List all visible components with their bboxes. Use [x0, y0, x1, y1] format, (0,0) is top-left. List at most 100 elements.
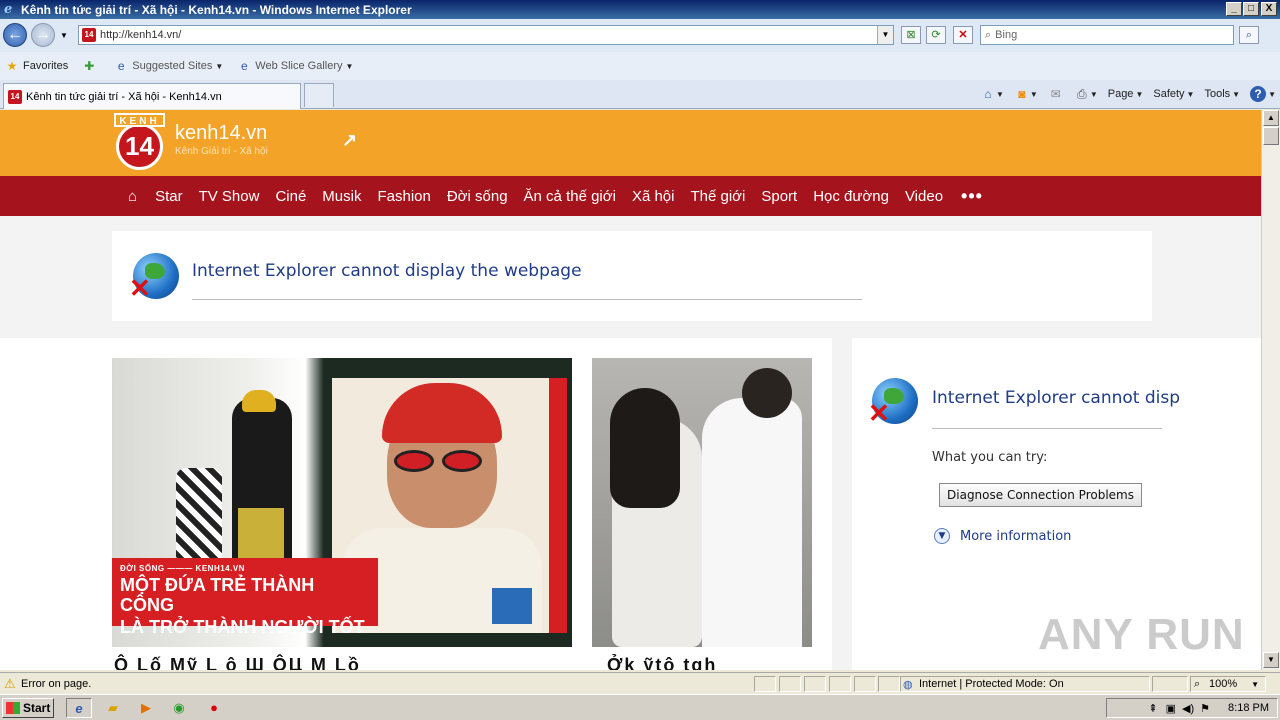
address-bar[interactable]: 14 http://kenh14.vn/ ▼ — [78, 25, 894, 45]
taskbar-stop-icon[interactable]: ● — [203, 698, 225, 718]
nav-more-icon[interactable]: ••• — [961, 186, 983, 207]
web-slice-gallery-link[interactable]: e Web Slice Gallery ▼ — [237, 59, 353, 73]
anyrun-watermark: ANY RUN — [1038, 610, 1245, 659]
tray-volume-icon[interactable]: ◀) — [1182, 702, 1194, 715]
nav-item-xa-hoi[interactable]: Xã hội — [632, 188, 675, 205]
rss-icon: ◙ — [1018, 87, 1026, 101]
chevron-down-icon: ▼ — [215, 61, 224, 71]
scroll-up-icon[interactable]: ▲ — [1263, 110, 1279, 126]
nav-item-hoc-duong[interactable]: Học đường — [813, 188, 889, 205]
scroll-thumb[interactable] — [1263, 127, 1279, 145]
internet-globe-icon: ◍ — [903, 678, 913, 691]
tab-label: Kênh tin tức giải trí - Xã hội - Kenh14.… — [26, 90, 222, 103]
error-frame-top: ✕ Internet Explorer cannot display the w… — [112, 231, 1152, 321]
close-window-button[interactable]: X — [1261, 2, 1277, 16]
nav-item-musik[interactable]: Musik — [322, 188, 361, 205]
status-segment — [878, 676, 900, 692]
nav-item-cine[interactable]: Ciné — [275, 188, 306, 205]
banner-headline-line-2: LÀ TRỞ THÀNH NGƯỜI TỐT — [120, 617, 365, 637]
read-mail-button[interactable]: ✉ — [1048, 86, 1064, 102]
maximize-button[interactable]: □ — [1243, 2, 1259, 16]
add-favorite-button[interactable]: ✚ — [82, 59, 100, 73]
nav-item-tv-show[interactable]: TV Show — [199, 188, 260, 205]
nav-item-the-gioi[interactable]: Thế giới — [690, 188, 745, 205]
search-placeholder: Bing — [995, 29, 1018, 41]
zoom-control[interactable]: ⌕ 100% ▼ — [1190, 676, 1266, 692]
address-dropdown-icon[interactable]: ▼ — [877, 26, 893, 44]
stop-icon[interactable]: ✕ — [953, 26, 973, 44]
article-headline-cut[interactable]: Ô Lố Mỹ L ô Ш ÔЦ M Lồ — [114, 655, 361, 670]
taskbar-ie-icon[interactable]: e — [66, 698, 92, 718]
tray-expand-icon[interactable]: ⇞ — [1148, 702, 1157, 715]
new-tab-button[interactable] — [304, 83, 334, 107]
page-menu-label: Page — [1107, 88, 1134, 100]
man-figure — [232, 390, 292, 578]
tab-kenh14[interactable]: 14 Kênh tin tức giải trí - Xã hội - Kenh… — [3, 83, 301, 109]
favorites-label: Favorites — [23, 60, 69, 72]
taskbar-explorer-folder-icon[interactable]: ▰ — [102, 698, 124, 718]
popup-blocked-icon[interactable] — [829, 676, 851, 692]
suggested-sites-link[interactable]: e Suggested Sites ▼ — [114, 59, 223, 73]
home-button[interactable]: ⌂ ▼ — [980, 86, 1004, 102]
globe-error-icon: ✕ — [129, 253, 179, 301]
chevron-down-icon: ▼ — [1232, 89, 1241, 99]
error-divider — [192, 299, 862, 300]
error-title: Internet Explorer cannot display the web… — [192, 261, 582, 281]
safety-menu-label: Safety — [1153, 88, 1185, 100]
tab-row: 14 Kênh tin tức giải trí - Xã hội - Kenh… — [0, 80, 1280, 109]
tools-menu-label: Tools — [1204, 88, 1231, 100]
nav-home-icon[interactable]: ⌂ — [128, 188, 137, 205]
print-button[interactable]: ⎙ ▼ — [1074, 86, 1098, 102]
side-error-divider — [932, 428, 1162, 429]
nav-item-sport[interactable]: Sport — [761, 188, 797, 205]
more-information-link[interactable]: ▼ More information — [934, 528, 1071, 544]
page-menu[interactable]: Page ▼ — [1108, 88, 1144, 100]
start-button[interactable]: Start — [2, 698, 54, 718]
chevron-down-icon: ▼ — [1029, 89, 1038, 99]
search-button-icon[interactable]: ⌕ — [1239, 26, 1259, 44]
article-headline-cut-2[interactable]: Ởk ỹtộ tgh — [607, 655, 717, 670]
chevron-down-icon: ▼ — [1268, 89, 1276, 99]
tray-network-icon[interactable]: ▣ — [1166, 702, 1176, 715]
security-zone[interactable]: ◍ Internet | Protected Mode: On — [900, 676, 1150, 692]
tools-menu[interactable]: Tools ▼ — [1204, 88, 1240, 100]
search-input[interactable]: ⌕ Bing — [980, 25, 1234, 45]
feeds-button[interactable]: ◙ ▼ — [1014, 86, 1038, 102]
diagnose-connection-button[interactable]: Diagnose Connection Problems — [939, 483, 1142, 507]
safety-menu[interactable]: Safety ▼ — [1153, 88, 1194, 100]
favorites-bar: ★ Favorites ✚ e Suggested Sites ▼ e Web … — [0, 52, 1280, 80]
vertical-scrollbar[interactable]: ▲ ▼ — [1261, 110, 1280, 670]
compatibility-view-icon[interactable]: ⊠ — [901, 26, 921, 44]
taskbar-chrome-icon[interactable]: ◉ — [168, 698, 190, 718]
site-favicon-icon: 14 — [82, 28, 96, 42]
refresh-icon[interactable]: ⟳ — [926, 26, 946, 44]
tray-flag-icon[interactable]: ⚑ — [1200, 702, 1210, 715]
chevron-down-icon: ▼ — [345, 61, 354, 71]
taskbar-media-player-icon[interactable]: ▶ — [135, 698, 157, 718]
address-url[interactable]: http://kenh14.vn/ — [100, 29, 181, 41]
what-you-can-try: What you can try: — [932, 450, 1048, 465]
nav-item-fashion[interactable]: Fashion — [377, 188, 430, 205]
minimize-button[interactable]: _ — [1226, 2, 1242, 16]
warning-icon[interactable]: ⚠ — [4, 676, 16, 692]
chevron-down-icon: ▼ — [995, 89, 1004, 99]
secondary-article-image[interactable] — [592, 358, 812, 647]
help-icon: ? — [1250, 86, 1267, 102]
nav-item-star[interactable]: Star — [155, 188, 183, 205]
ie-page-icon: e — [240, 59, 248, 73]
help-button[interactable]: ? ▼ — [1250, 86, 1276, 102]
back-button[interactable]: ← — [3, 23, 27, 47]
scroll-down-icon[interactable]: ▼ — [1263, 652, 1279, 668]
nav-item-video[interactable]: Video — [905, 188, 943, 205]
kenh14-logo[interactable]: 14 KENH — [114, 113, 165, 170]
recent-pages-dropdown-icon[interactable]: ▼ — [60, 31, 68, 40]
nav-item-an-ca-the-gioi[interactable]: Ăn cả thế giới — [524, 188, 616, 205]
protected-mode-lock-icon[interactable] — [1152, 676, 1188, 692]
forward-button[interactable]: → — [31, 23, 55, 47]
nav-item-doi-song[interactable]: Đời sống — [447, 188, 508, 205]
zoom-icon: ⌕ — [1194, 677, 1201, 690]
featured-article-image[interactable]: ĐỜI SỐNG ——— KENH14.VN MỘT ĐỨA TRẺ THÀNH… — [112, 358, 572, 647]
favorites-button[interactable]: ★ Favorites — [5, 59, 69, 73]
trending-icon[interactable]: ↗ — [342, 130, 357, 151]
tray-clock[interactable]: 8:18 PM — [1228, 702, 1269, 714]
